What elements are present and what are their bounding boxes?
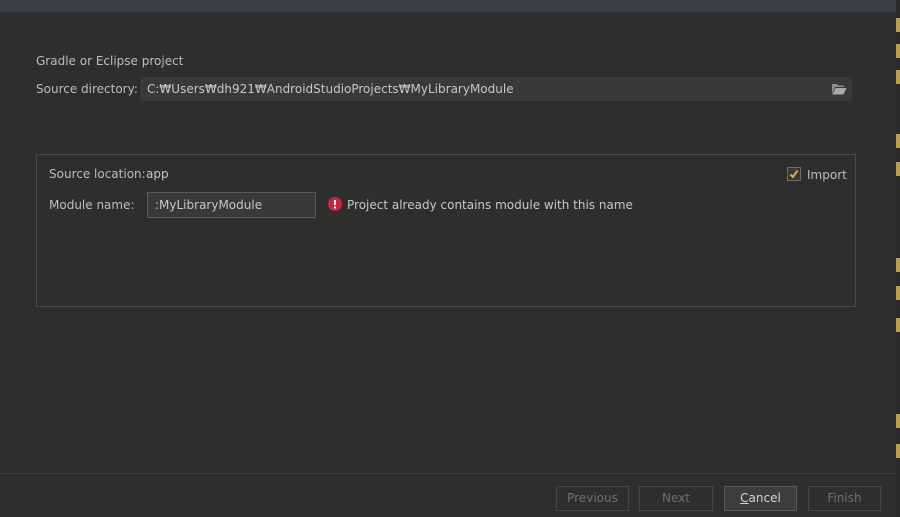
cancel-mnemonic: C <box>740 491 749 505</box>
section-title: Gradle or Eclipse project <box>36 54 184 68</box>
source-location-label: Source location: <box>49 167 146 181</box>
checkmark-icon <box>789 169 799 179</box>
folder-open-icon[interactable] <box>831 82 847 96</box>
error-message: Project already contains module with thi… <box>347 198 633 212</box>
cancel-button[interactable]: Cancel <box>724 486 797 511</box>
error-icon <box>328 197 342 211</box>
import-label[interactable]: Import <box>807 168 847 182</box>
module-name-input[interactable] <box>147 192 316 218</box>
source-directory-field[interactable]: C:₩Users₩dh921₩AndroidStudioProjects₩MyL… <box>140 77 852 101</box>
source-location-value: app <box>146 167 169 181</box>
import-checkbox[interactable] <box>787 167 801 181</box>
source-directory-label: Source directory: <box>36 82 138 96</box>
previous-button[interactable]: Previous <box>556 486 629 511</box>
footer-divider <box>0 473 896 474</box>
editor-background-strip <box>896 0 900 517</box>
finish-button[interactable]: Finish <box>808 486 881 511</box>
cancel-label: ancel <box>748 491 781 505</box>
window-title-bar <box>0 0 896 12</box>
next-button[interactable]: Next <box>639 486 713 511</box>
module-name-label: Module name: <box>49 198 135 212</box>
